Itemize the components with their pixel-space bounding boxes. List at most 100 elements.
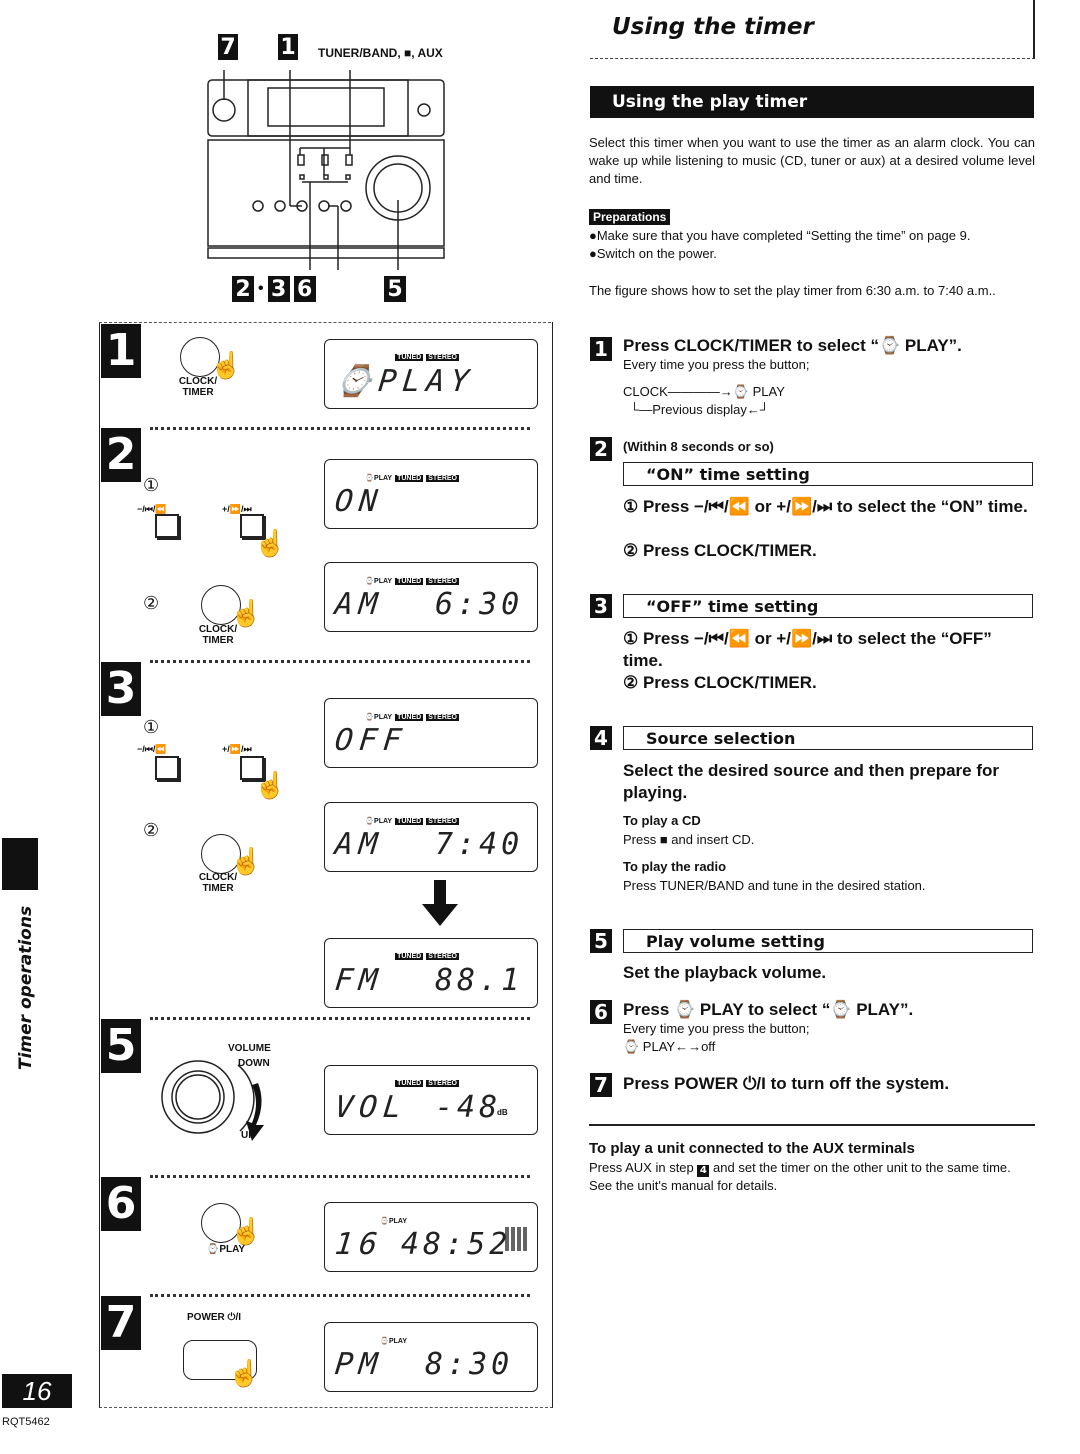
preparation-item: ●Make sure that you have completed “Sett… [589,228,971,243]
preparations-label: Preparations [589,208,671,226]
hand-press-icon: ☝ [254,770,287,800]
callout-6: 6 [293,276,316,302]
cd-heading: To play a CD [623,813,701,828]
prev-button [155,514,179,538]
callout-2: 2 [232,276,254,302]
clock-timer-label: CLOCK/ TIMER [198,624,238,646]
radio-text: Press TUNER/BAND and tune in the desired… [623,878,926,893]
step-2-box: “ON” time setting [623,462,1033,486]
play-timer-label: ⌚PLAY [206,1244,246,1255]
hand-press-icon: ☝ [228,1358,261,1388]
circled-1: ① [143,717,160,737]
side-tab-marker [2,838,38,890]
circled-2: ② [143,593,160,613]
dotted-separator [150,1017,530,1020]
step-1-cycle-return: └—Previous display←┘ [630,402,770,417]
hand-press-icon: ☝ [230,1216,263,1246]
dotted-separator [150,1294,530,1297]
clock-timer-label: CLOCK/ TIMER [178,376,218,398]
step-7-title: Press POWER ⏻/I to turn off the system. [623,1074,950,1093]
lcd-text-vol: VOL [333,1090,410,1125]
page-title: Using the timer [612,14,814,40]
lcd-text-ampm: AM [333,827,385,862]
volume-up-label: UP [241,1130,255,1141]
lcd-text-level: -48 [435,1090,502,1125]
lcd-unit: dB [497,1108,508,1117]
step-badge-4: 4 [590,726,612,750]
step-badge-3: 3 [590,594,612,618]
step-badge-6: 6 [590,1000,612,1024]
stereo-device-illustration [207,70,445,270]
page-number: 16 [2,1374,72,1408]
step-3-box: “OFF” time setting [623,594,1033,618]
lcd-text: ⌚PLAY [333,364,477,399]
lcd-text: OFF [333,723,410,758]
dotted-separator [150,1175,530,1178]
hand-press-icon: ☝ [210,350,243,380]
circled-1: ① [143,475,160,495]
dotted-separator [150,427,530,430]
lcd-text-time: 8:30 [425,1347,514,1382]
lcd-display-off: ⌚PLAY TUNED STEREO OFF [324,698,538,768]
dotted-separator [150,660,530,663]
intro-text: Select this timer when you want to use t… [589,135,1035,186]
step-5-title: Set the playback volume. [623,963,827,982]
diagram-step-1: 1 [101,324,141,378]
volume-label: VOLUME [228,1043,271,1054]
step-badge-7: 7 [590,1073,612,1097]
step-4-title: Select the desired source and then prepa… [623,761,1000,802]
callout-separator: • [258,280,264,297]
document-code: RQT5462 [2,1416,50,1428]
lcd-display-off-time: ⌚PLAY TUNED STEREO AM 7:40 [324,802,538,872]
lcd-text-time: 48:52 [401,1227,512,1262]
lcd-display-volume: TUNED STEREO VOL -48 dB [324,1065,538,1135]
radio-heading: To play the radio [623,859,727,874]
tuner-band-label: TUNER/BAND, ■, AUX [318,46,443,60]
prev-button-label: −/⏮/⏪ [137,744,167,754]
diagram-step-2: 2 [101,428,141,482]
page-title-box: Using the timer [590,0,1035,59]
hand-press-icon: ☝ [230,598,263,628]
diagram-step-5: 5 [101,1019,141,1073]
step-badge-1: 1 [590,337,612,361]
panel-top-border [99,322,551,323]
preparations-list: ●Make sure that you have completed “Sett… [589,227,1035,263]
step-1-title: Press CLOCK/TIMER to select “⌚ PLAY”. [623,336,962,355]
volume-knob [161,1060,264,1141]
lcd-display-on: ⌚PLAY TUNED STEREO ON [324,459,538,529]
callout-7: 7 [218,34,238,60]
diagram-step-3: 3 [101,662,141,716]
diagram-step-7: 7 [101,1296,141,1350]
aux-text: Press AUX in step 4 and set the timer on… [589,1160,1011,1193]
hand-press-icon: ☝ [230,846,263,876]
down-arrow-icon [422,880,458,926]
side-tab-label: Timer operations [16,905,36,1070]
bottom-callouts: 2 • 3 6 [232,276,316,302]
lcd-text-ampm: AM [333,587,385,622]
step-2-sub1: ① Press −/⏮/⏪ or +/⏩/⏭ to select the “ON… [623,497,1028,516]
lcd-text-ampm: PM [333,1347,385,1382]
lcd-text-hour: 16 [333,1227,385,1262]
step-3-sub2: ② Press CLOCK/TIMER. [623,673,817,692]
track-grid-icon [505,1227,529,1251]
circled-2: ② [143,820,160,840]
cd-text: Press ■ and insert CD. [623,832,755,847]
section-header: Using the play timer [590,86,1034,118]
lcd-indicators: TUNED STEREO [395,354,459,361]
lcd-text-frequency: 88.1 [435,963,524,998]
clock-timer-label: CLOCK/ TIMER [198,872,238,894]
callout-3: 3 [267,276,290,302]
lcd-display-fm: TUNED STEREO FM 88.1 [324,938,538,1008]
hand-press-icon: ☝ [254,528,287,558]
step-6-title: Press ⌚ PLAY to select “⌚ PLAY”. [623,1000,914,1019]
diagram-step-6: 6 [101,1177,141,1231]
lcd-display-clock: ⌚PLAY 16 48:52 [324,1202,538,1272]
prev-button [155,756,179,780]
lcd-display-on-time: ⌚PLAY TUNED STEREO AM 6:30 [324,562,538,632]
lcd-text-band: FM [333,963,385,998]
divider [589,1124,1035,1126]
aux-title: To play a unit connected to the AUX term… [589,1140,915,1157]
step-2-sub2: ② Press CLOCK/TIMER. [623,541,817,560]
step-5-box: Play volume setting [623,929,1033,953]
lcd-text: ON [333,484,385,519]
